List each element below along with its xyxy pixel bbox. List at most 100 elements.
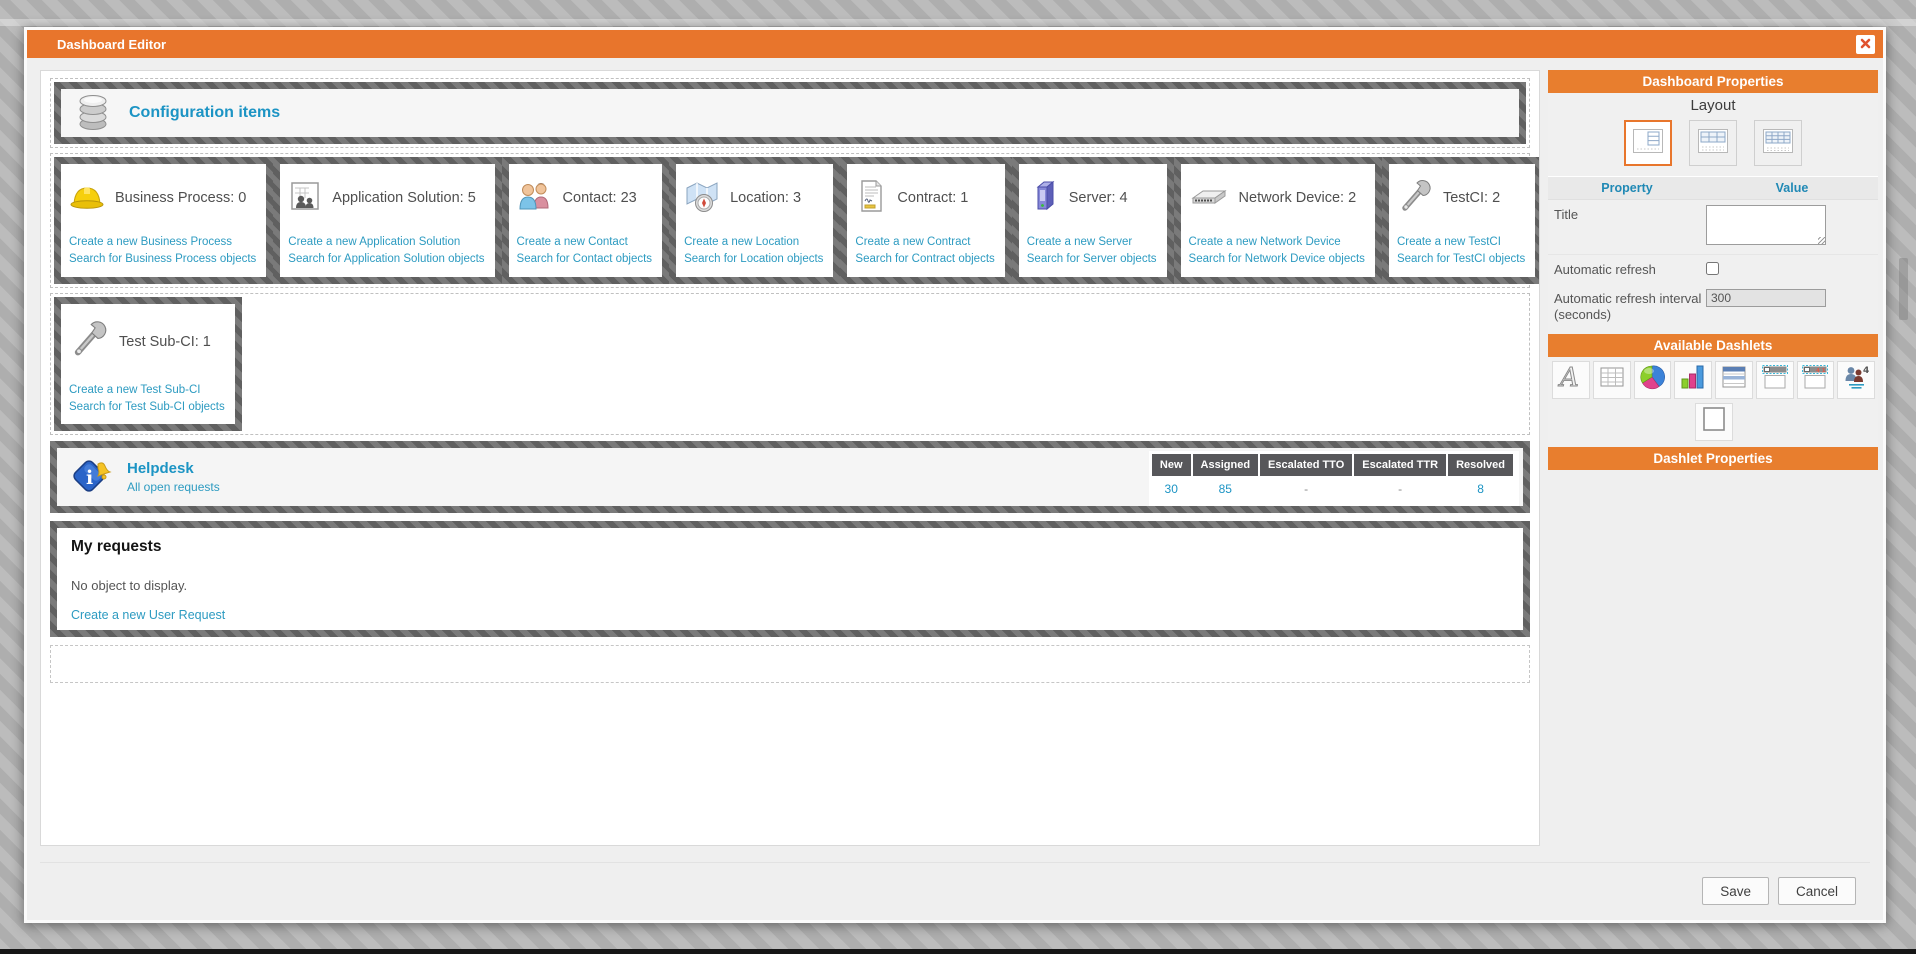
create-link[interactable]: Create a new Server <box>1027 234 1157 251</box>
value-resolved[interactable]: 8 <box>1448 478 1513 497</box>
search-link[interactable]: Search for Business Process objects <box>69 251 256 268</box>
database-stack-icon <box>73 90 113 137</box>
stats-value-row: 30 85 - - 8 <box>1152 478 1513 497</box>
save-button[interactable]: Save <box>1702 877 1769 905</box>
layout-three-columns-button[interactable] <box>1754 120 1802 166</box>
refresh-interval-label: Automatic refresh interval (seconds) <box>1554 289 1706 324</box>
my-requests-dashlet[interactable]: My requests No object to display. Create… <box>50 521 1530 637</box>
tile-title: Network Device: 2 <box>1239 190 1357 206</box>
create-link[interactable]: Create a new Location <box>684 234 823 251</box>
dialog-titlebar[interactable]: Dashboard Editor <box>27 30 1883 58</box>
info-bell-icon: i <box>67 454 113 500</box>
dashboard-editor-dialog: Dashboard Editor <box>24 27 1886 923</box>
properties-panel: Dashboard Properties Layout <box>1548 70 1878 470</box>
search-link[interactable]: Search for Contract objects <box>855 251 994 268</box>
available-dashlets-grid: A <box>1548 357 1878 447</box>
dashboard-title-input[interactable] <box>1706 205 1826 245</box>
create-link[interactable]: Create a new Contract <box>855 234 994 251</box>
search-link[interactable]: Search for Server objects <box>1027 251 1157 268</box>
col-assigned: Assigned <box>1193 454 1259 476</box>
tile-network-device[interactable]: Network Device: 2 Create a new Network D… <box>1174 157 1382 284</box>
tile-application-solution[interactable]: Application Solution: 5 Create a new App… <box>273 157 501 284</box>
layout-two-columns-button[interactable] <box>1689 120 1737 166</box>
header-dashlet[interactable] <box>1756 361 1794 399</box>
pie-chart-icon <box>1638 363 1666 396</box>
tile-title: Server: 4 <box>1069 190 1128 206</box>
svg-text:4: 4 <box>1863 366 1869 376</box>
create-link[interactable]: Create a new Application Solution <box>288 234 484 251</box>
dialog-footer: Save Cancel <box>40 862 1870 905</box>
wrench-icon <box>69 320 109 363</box>
config-items-dashlet[interactable]: Configuration items <box>54 82 1526 144</box>
empty-cell-dashlet[interactable] <box>1695 403 1733 441</box>
create-link[interactable]: Create a new Contact <box>517 234 653 251</box>
close-icon <box>1860 37 1871 52</box>
application-people-icon <box>288 179 322 218</box>
auto-refresh-label: Automatic refresh <box>1554 260 1706 278</box>
search-link[interactable]: Search for Application Solution objects <box>288 251 484 268</box>
tile-contract[interactable]: Contract: 1 Create a new Contract Search… <box>840 157 1011 284</box>
dashlet-properties-header: Dashlet Properties <box>1548 447 1878 470</box>
tile-test-sub-ci[interactable]: Test Sub-CI: 1 Create a new Test Sub-CI … <box>54 297 242 432</box>
tile-location[interactable]: Location: 3 Create a new Location Search… <box>669 157 840 284</box>
value-new[interactable]: 30 <box>1152 478 1191 497</box>
tile-testci[interactable]: TestCI: 2 Create a new TestCI Search for… <box>1382 157 1540 284</box>
pie-chart-dashlet[interactable] <box>1634 361 1672 399</box>
layout-three-columns-icon <box>1763 129 1793 158</box>
grouped-list-icon <box>1720 363 1748 396</box>
title-property-row: Title <box>1548 200 1878 254</box>
auto-refresh-checkbox[interactable] <box>1706 262 1719 275</box>
svg-text:A: A <box>1558 363 1579 391</box>
auto-refresh-row: Automatic refresh <box>1548 254 1878 284</box>
create-link[interactable]: Create a new Business Process <box>69 234 256 251</box>
tile-title: Contract: 1 <box>897 190 968 206</box>
background-page-edge <box>0 19 1916 26</box>
object-list-dashlet[interactable] <box>1593 361 1631 399</box>
search-link[interactable]: Search for TestCI objects <box>1397 251 1525 268</box>
search-link[interactable]: Search for Contact objects <box>517 251 653 268</box>
dialog-title: Dashboard Editor <box>57 37 166 52</box>
badge-dashlet[interactable]: 4 <box>1837 361 1875 399</box>
map-compass-icon <box>684 179 720 218</box>
helpdesk-title: Helpdesk <box>127 460 220 477</box>
empty-drop-slot[interactable] <box>50 645 1530 683</box>
tile-title: Contact: 23 <box>563 190 637 206</box>
bar-chart-dashlet[interactable] <box>1674 361 1712 399</box>
object-list-icon <box>1598 363 1626 396</box>
search-link[interactable]: Search for Network Device objects <box>1189 251 1365 268</box>
tile-business-process[interactable]: Business Process: 0 Create a new Busines… <box>54 157 273 284</box>
plain-text-dashlet[interactable]: A <box>1552 361 1590 399</box>
network-switch-icon <box>1189 181 1229 216</box>
create-link[interactable]: Create a new Test Sub-CI <box>69 382 225 399</box>
cancel-button[interactable]: Cancel <box>1778 877 1856 905</box>
helpdesk-dashlet[interactable]: i Helpdesk All open requests New Assigne… <box>50 441 1530 513</box>
tiles-row-2-cell: Test Sub-CI: 1 Create a new Test Sub-CI … <box>50 293 1530 436</box>
svg-text:i: i <box>86 467 93 489</box>
title-property-label: Title <box>1554 205 1706 223</box>
create-user-request-link[interactable]: Create a new User Request <box>71 608 225 622</box>
badge-icon: 4 <box>1842 363 1870 396</box>
header-dashlet-icon <box>1761 363 1789 396</box>
search-link[interactable]: Search for Location objects <box>684 251 823 268</box>
header-badges-dashlet[interactable]: 4 1 <box>1797 361 1835 399</box>
create-link[interactable]: Create a new Network Device <box>1189 234 1365 251</box>
tile-title: Business Process: 0 <box>115 190 246 206</box>
create-link[interactable]: Create a new TestCI <box>1397 234 1525 251</box>
value-assigned[interactable]: 85 <box>1193 478 1259 497</box>
empty-cell-icon <box>1700 405 1728 438</box>
search-link[interactable]: Search for Test Sub-CI objects <box>69 399 225 416</box>
layout-one-column-icon <box>1633 129 1663 158</box>
all-open-requests-link[interactable]: All open requests <box>127 480 220 494</box>
close-button[interactable] <box>1856 35 1875 54</box>
grouped-list-dashlet[interactable] <box>1715 361 1753 399</box>
col-escalated-tto: Escalated TTO <box>1260 454 1352 476</box>
tile-server[interactable]: Server: 4 Create a new Server Search for… <box>1012 157 1174 284</box>
layout-label: Layout <box>1548 93 1878 120</box>
tile-contact[interactable]: Contact: 23 Create a new Contact Search … <box>502 157 670 284</box>
config-items-cell: Configuration items <box>50 78 1530 148</box>
layout-one-column-button[interactable] <box>1624 120 1672 166</box>
plain-text-icon: A <box>1557 363 1585 396</box>
refresh-interval-input[interactable] <box>1706 289 1826 307</box>
background-scrollbar-thumb <box>1899 258 1908 320</box>
my-requests-empty-text: No object to display. <box>71 578 1509 593</box>
